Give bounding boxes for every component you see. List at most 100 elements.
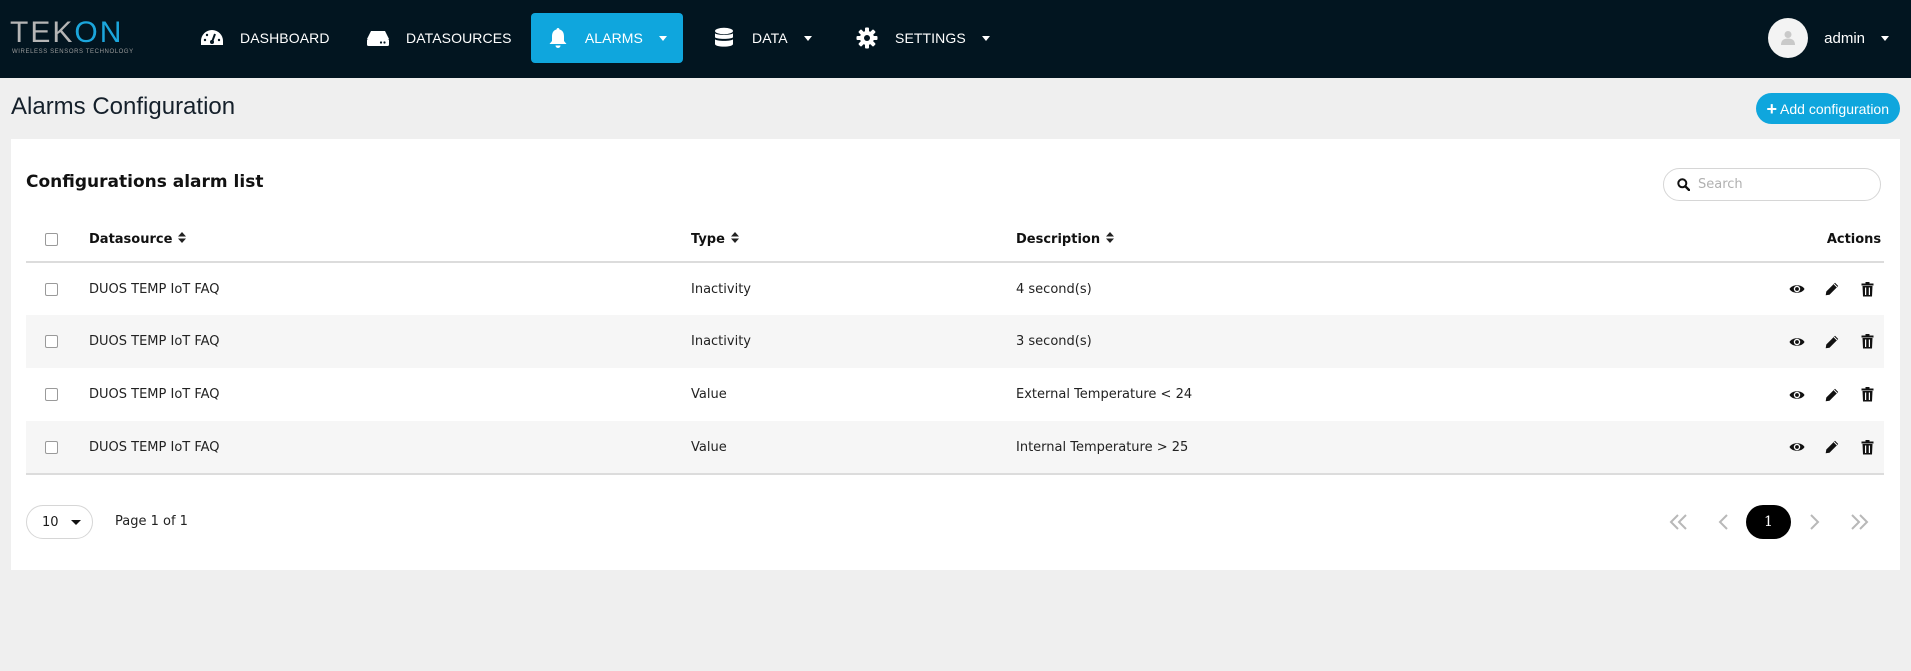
database-icon: [712, 26, 736, 50]
edit-pencil-icon[interactable]: [1823, 280, 1841, 298]
edit-pencil-icon[interactable]: [1823, 386, 1841, 404]
table-header-row: Datasource Type Description Actions: [26, 218, 1884, 262]
cell-description: 4 second(s): [1016, 281, 1092, 297]
user-icon: [1781, 31, 1796, 45]
page-button-current[interactable]: 1: [1746, 505, 1791, 539]
logo-tagline: WIRELESS SENSORS TECHNOLOGY: [12, 49, 134, 55]
alarm-config-table: Datasource Type Description Actions DUOS…: [26, 218, 1884, 475]
cell-datasource: DUOS TEMP IoT FAQ: [89, 439, 220, 455]
logo-wordmark: TEKON: [10, 18, 123, 48]
nav-item-dashboard[interactable]: DASHBOARD: [200, 13, 330, 63]
cell-type: Inactivity: [691, 281, 751, 297]
search-box[interactable]: [1663, 168, 1881, 201]
row-checkbox[interactable]: [45, 282, 58, 296]
page-info: Page 1 of 1: [115, 514, 188, 529]
chevron-down-icon: [1881, 35, 1889, 41]
sort-icon: [1106, 232, 1115, 247]
table-row: DUOS TEMP IoT FAQ Value Internal Tempera…: [26, 421, 1884, 474]
row-checkbox[interactable]: [45, 440, 58, 454]
nav-label: SETTINGS: [895, 30, 966, 46]
alarm-config-card: Configurations alarm list Datasource Typ…: [11, 139, 1900, 570]
search-input[interactable]: [1698, 177, 1868, 192]
cell-description: External Temperature < 24: [1016, 387, 1193, 402]
cell-description: 3 second(s): [1016, 334, 1092, 349]
nav-label: ALARMS: [584, 30, 643, 46]
view-eye-icon[interactable]: [1788, 333, 1806, 351]
row-select-cell: [26, 421, 89, 474]
add-configuration-label: Add configuration: [1780, 100, 1889, 117]
column-header-actions: Actions: [1734, 218, 1884, 262]
last-page-button[interactable]: [1836, 505, 1881, 539]
column-header-type[interactable]: Type: [691, 218, 1016, 262]
table-row: DUOS TEMP IoT FAQ Value External Tempera…: [26, 368, 1884, 421]
column-label: Actions: [1826, 232, 1882, 247]
cell-datasource: DUOS TEMP IoT FAQ: [89, 334, 220, 349]
nav-item-settings[interactable]: SETTINGS: [855, 13, 990, 63]
table-row: DUOS TEMP IoT FAQ Inactivity 4 second(s): [26, 262, 1884, 315]
dashboard-gauge-icon: [200, 26, 224, 50]
card-title: Configurations alarm list: [26, 172, 264, 192]
nav-label: DASHBOARD: [240, 30, 330, 46]
cell-datasource: DUOS TEMP IoT FAQ: [89, 281, 220, 297]
column-header-description[interactable]: Description: [1016, 218, 1734, 262]
table-row: DUOS TEMP IoT FAQ Inactivity 3 second(s): [26, 315, 1884, 368]
chevron-down-icon: [659, 35, 667, 41]
double-chevron-left-icon: [1669, 514, 1687, 530]
logo-text-blue: ON: [74, 16, 124, 49]
delete-trash-icon[interactable]: [1858, 280, 1876, 298]
row-select-cell: [26, 368, 89, 421]
nav-label: DATASOURCES: [406, 30, 512, 46]
top-navbar: TEKON WIRELESS SENSORS TECHNOLOGY DASHBO…: [0, 0, 1911, 78]
gear-icon: [855, 26, 879, 50]
cell-actions: [1734, 421, 1884, 474]
first-page-button[interactable]: [1656, 505, 1701, 539]
nav-item-datasources[interactable]: DATASOURCES: [366, 13, 512, 63]
page-size-value: 10: [42, 514, 59, 530]
select-all-cell: [26, 218, 89, 262]
prev-page-button[interactable]: [1701, 505, 1746, 539]
delete-trash-icon[interactable]: [1858, 386, 1876, 404]
cell-type: Value: [691, 387, 727, 402]
delete-trash-icon[interactable]: [1858, 438, 1876, 456]
logo-text-grey: TEK: [10, 16, 75, 49]
bell-icon: [547, 26, 569, 50]
delete-trash-icon[interactable]: [1858, 333, 1876, 351]
chevron-right-icon: [1809, 514, 1819, 530]
plus-icon: +: [1766, 98, 1778, 119]
cell-actions: [1734, 262, 1884, 315]
nav-label: DATA: [752, 30, 788, 46]
cell-description: Internal Temperature > 25: [1016, 439, 1189, 455]
double-chevron-right-icon: [1850, 514, 1868, 530]
chevron-down-icon: [70, 519, 81, 525]
row-select-cell: [26, 315, 89, 368]
row-checkbox[interactable]: [45, 388, 58, 401]
row-select-cell: [26, 262, 89, 315]
nav-item-data[interactable]: DATA: [712, 13, 812, 63]
add-configuration-button[interactable]: + Add configuration: [1755, 93, 1900, 124]
row-checkbox[interactable]: [45, 335, 58, 348]
view-eye-icon[interactable]: [1788, 280, 1806, 298]
select-all-checkbox[interactable]: [45, 233, 58, 246]
view-eye-icon[interactable]: [1788, 386, 1806, 404]
cell-actions: [1734, 368, 1884, 421]
search-icon: [1677, 178, 1690, 191]
next-page-button[interactable]: [1791, 505, 1836, 539]
sort-icon: [730, 232, 739, 247]
username: admin: [1824, 29, 1865, 47]
view-eye-icon[interactable]: [1788, 438, 1806, 456]
hdd-icon: [366, 26, 390, 50]
pagination: 1: [1656, 505, 1881, 539]
cell-datasource: DUOS TEMP IoT FAQ: [89, 387, 220, 402]
column-label: Datasource: [89, 232, 173, 247]
nav-item-alarms[interactable]: ALARMS: [531, 13, 683, 63]
sort-icon: [178, 232, 187, 247]
edit-pencil-icon[interactable]: [1823, 438, 1841, 456]
cell-type: Inactivity: [691, 334, 751, 349]
column-header-datasource[interactable]: Datasource: [89, 218, 691, 262]
edit-pencil-icon[interactable]: [1823, 333, 1841, 351]
page-title: Alarms Configuration: [11, 93, 236, 120]
page-size-select[interactable]: 10: [26, 505, 93, 539]
user-menu[interactable]: admin: [1768, 18, 1889, 58]
tekon-logo[interactable]: TEKON WIRELESS SENSORS TECHNOLOGY: [10, 18, 142, 58]
column-label: Description: [1016, 232, 1101, 247]
